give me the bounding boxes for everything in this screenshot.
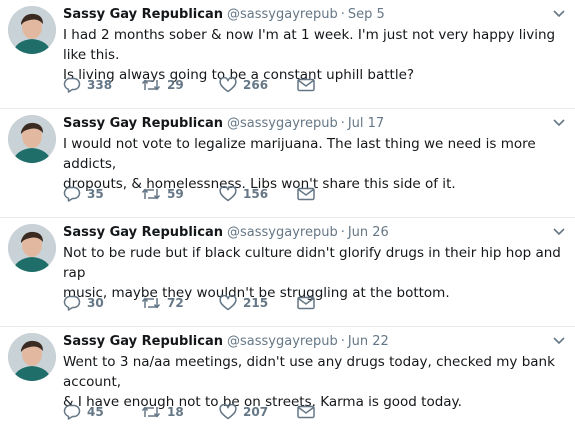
reply-icon bbox=[63, 404, 81, 420]
message-button[interactable] bbox=[297, 187, 315, 201]
separator: · bbox=[340, 116, 345, 131]
author-name[interactable]: Sassy Gay Republican bbox=[63, 116, 223, 131]
retweet-button[interactable]: 18 bbox=[141, 404, 219, 420]
message-button[interactable] bbox=[297, 296, 315, 310]
reply-icon bbox=[63, 186, 81, 202]
retweet-count: 72 bbox=[167, 296, 184, 310]
tweet-actions: 338 29 266 bbox=[63, 77, 315, 93]
avatar[interactable] bbox=[8, 333, 56, 381]
like-count: 156 bbox=[243, 187, 269, 201]
chevron-down-icon[interactable] bbox=[553, 227, 565, 237]
like-button[interactable]: 266 bbox=[219, 77, 297, 93]
like-button[interactable]: 215 bbox=[219, 295, 297, 311]
tweet-header: Sassy Gay Republican @sassygayrepub · Jul 1… bbox=[63, 115, 384, 133]
tweet-date[interactable]: Jun 22 bbox=[348, 334, 389, 349]
tweet-text: Not to be rude but if black culture didn… bbox=[63, 245, 561, 301]
retweet-icon bbox=[141, 406, 161, 418]
envelope-icon bbox=[297, 296, 315, 310]
reply-icon bbox=[63, 295, 81, 311]
author-handle[interactable]: @sassygayrepub bbox=[227, 116, 338, 131]
retweet-button[interactable]: 59 bbox=[141, 186, 219, 202]
tweet-actions: 45 18 207 bbox=[63, 404, 315, 420]
like-count: 207 bbox=[243, 405, 269, 419]
tweet-actions: 35 59 156 bbox=[63, 186, 315, 202]
heart-icon bbox=[219, 404, 237, 420]
avatar[interactable] bbox=[8, 115, 56, 163]
tweet-date[interactable]: Jul 17 bbox=[348, 116, 384, 131]
author-handle[interactable]: @sassygayrepub bbox=[227, 225, 338, 240]
separator: · bbox=[340, 225, 345, 240]
tweet-date[interactable]: Jun 26 bbox=[348, 225, 389, 240]
chevron-down-icon[interactable] bbox=[553, 9, 565, 19]
avatar[interactable] bbox=[8, 6, 56, 54]
reply-count: 338 bbox=[87, 78, 113, 92]
envelope-icon bbox=[297, 405, 315, 419]
heart-icon bbox=[219, 77, 237, 93]
retweet-count: 18 bbox=[167, 405, 184, 419]
separator: · bbox=[340, 334, 345, 349]
tweet[interactable]: Sassy Gay Republican @sassygayrepub · Jun 2… bbox=[0, 218, 575, 327]
author-name[interactable]: Sassy Gay Republican bbox=[63, 334, 223, 349]
retweet-icon bbox=[141, 297, 161, 309]
like-button[interactable]: 156 bbox=[219, 186, 297, 202]
reply-count: 35 bbox=[87, 187, 104, 201]
tweet-text: I would not vote to legalize marijuana. … bbox=[63, 136, 536, 192]
tweet[interactable]: Sassy Gay Republican @sassygayrepub · Jun 2… bbox=[0, 327, 575, 436]
retweet-count: 29 bbox=[167, 78, 184, 92]
retweet-count: 59 bbox=[167, 187, 184, 201]
envelope-icon bbox=[297, 78, 315, 92]
retweet-button[interactable]: 72 bbox=[141, 295, 219, 311]
reply-count: 45 bbox=[87, 405, 104, 419]
tweet-date[interactable]: Sep 5 bbox=[348, 7, 385, 22]
reply-button[interactable]: 30 bbox=[63, 295, 141, 311]
tweet[interactable]: Sassy Gay Republican @sassygayrepub · Jul 1… bbox=[0, 109, 575, 218]
like-button[interactable]: 207 bbox=[219, 404, 297, 420]
like-count: 215 bbox=[243, 296, 269, 310]
chevron-down-icon[interactable] bbox=[553, 118, 565, 128]
retweet-button[interactable]: 29 bbox=[141, 77, 219, 93]
reply-button[interactable]: 35 bbox=[63, 186, 141, 202]
tweet-text: I had 2 months sober & now I'm at 1 week… bbox=[63, 27, 556, 83]
like-count: 266 bbox=[243, 78, 269, 92]
author-name[interactable]: Sassy Gay Republican bbox=[63, 225, 223, 240]
envelope-icon bbox=[297, 187, 315, 201]
chevron-down-icon[interactable] bbox=[553, 336, 565, 346]
avatar[interactable] bbox=[8, 224, 56, 272]
tweet[interactable]: Sassy Gay Republican @sassygayrepub · Sep 5… bbox=[0, 0, 575, 109]
heart-icon bbox=[219, 295, 237, 311]
retweet-icon bbox=[141, 188, 161, 200]
reply-button[interactable]: 45 bbox=[63, 404, 141, 420]
tweet-header: Sassy Gay Republican @sassygayrepub · Jun 2… bbox=[63, 333, 389, 351]
retweet-icon bbox=[141, 79, 161, 91]
tweet-text: Went to 3 na/aa meetings, didn't use any… bbox=[63, 354, 555, 410]
reply-icon bbox=[63, 77, 81, 93]
reply-button[interactable]: 338 bbox=[63, 77, 141, 93]
reply-count: 30 bbox=[87, 296, 104, 310]
tweet-feed: Sassy Gay Republican @sassygayrepub · Sep 5… bbox=[0, 0, 575, 436]
author-handle[interactable]: @sassygayrepub bbox=[227, 7, 338, 22]
tweet-header: Sassy Gay Republican @sassygayrepub · Sep 5 bbox=[63, 6, 385, 24]
tweet-actions: 30 72 215 bbox=[63, 295, 315, 311]
message-button[interactable] bbox=[297, 78, 315, 92]
heart-icon bbox=[219, 186, 237, 202]
tweet-header: Sassy Gay Republican @sassygayrepub · Jun 2… bbox=[63, 224, 389, 242]
message-button[interactable] bbox=[297, 405, 315, 419]
separator: · bbox=[340, 7, 345, 22]
author-name[interactable]: Sassy Gay Republican bbox=[63, 7, 223, 22]
author-handle[interactable]: @sassygayrepub bbox=[227, 334, 338, 349]
